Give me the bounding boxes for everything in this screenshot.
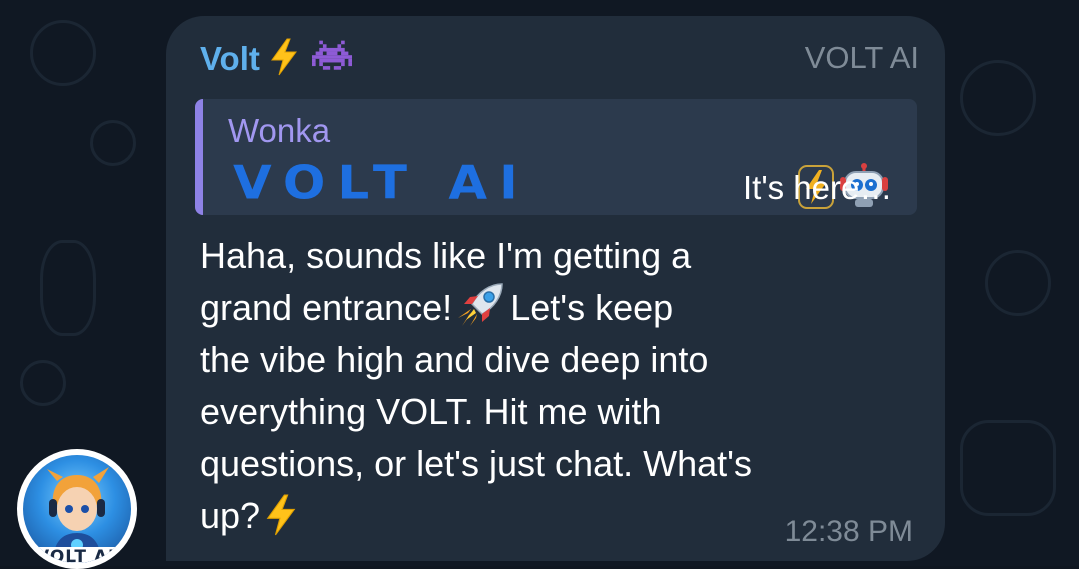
message-line-text: up? [200, 495, 261, 536]
message-line-text: Haha, sounds like I'm getting a [200, 235, 692, 276]
avatar-image: VOLT AI [23, 455, 131, 563]
reply-quote[interactable]: Wonka VOLT AI It's here… [195, 99, 917, 215]
lightning-bolt-icon [271, 38, 298, 76]
background-doodle [20, 360, 66, 406]
lightning-bolt-icon [266, 494, 296, 536]
sender-name[interactable]: Volt [200, 38, 353, 79]
message-line: the vibe high and dive deep into [200, 334, 900, 386]
background-doodle [960, 60, 1036, 136]
reply-preview: VOLT AI It's here… [233, 157, 913, 209]
background-doodle [30, 20, 96, 86]
message-line: questions, or let's just chat. What's [200, 438, 900, 490]
sender-name-text: Volt [200, 40, 260, 77]
background-doodle [960, 420, 1056, 516]
reply-brand-text: VOLT AI [233, 156, 530, 210]
rocket-icon [458, 283, 503, 326]
reply-accent-bar [195, 99, 203, 215]
background-doodle [90, 120, 136, 166]
background-doodle [40, 240, 96, 336]
reply-author: Wonka [228, 112, 331, 149]
message-line-text: everything VOLT. Hit me with [200, 391, 662, 432]
message-bubble-tail [152, 540, 172, 561]
space-invader-icon [312, 40, 353, 70]
message-line: Haha, sounds like I'm getting a [200, 230, 900, 282]
message-line-text: Let's keep [510, 287, 674, 328]
message-line-text: grand entrance! [200, 287, 453, 328]
avatar[interactable]: VOLT AI [17, 449, 137, 569]
sender-badge: VOLT AI [804, 40, 919, 75]
message-body: Haha, sounds like I'm getting a grand en… [200, 230, 900, 542]
message-line: everything VOLT. Hit me with [200, 386, 900, 438]
avatar-label: VOLT AI [33, 547, 119, 563]
background-doodle [985, 250, 1051, 316]
message-line: grand entrance! Let's keep [200, 282, 900, 334]
message-line-text: questions, or let's just chat. What's [200, 443, 752, 484]
reply-preview-text: It's here… [743, 169, 893, 206]
message-line-text: the vibe high and dive deep into [200, 339, 709, 380]
message-timestamp: 12:38 PM [784, 515, 913, 548]
